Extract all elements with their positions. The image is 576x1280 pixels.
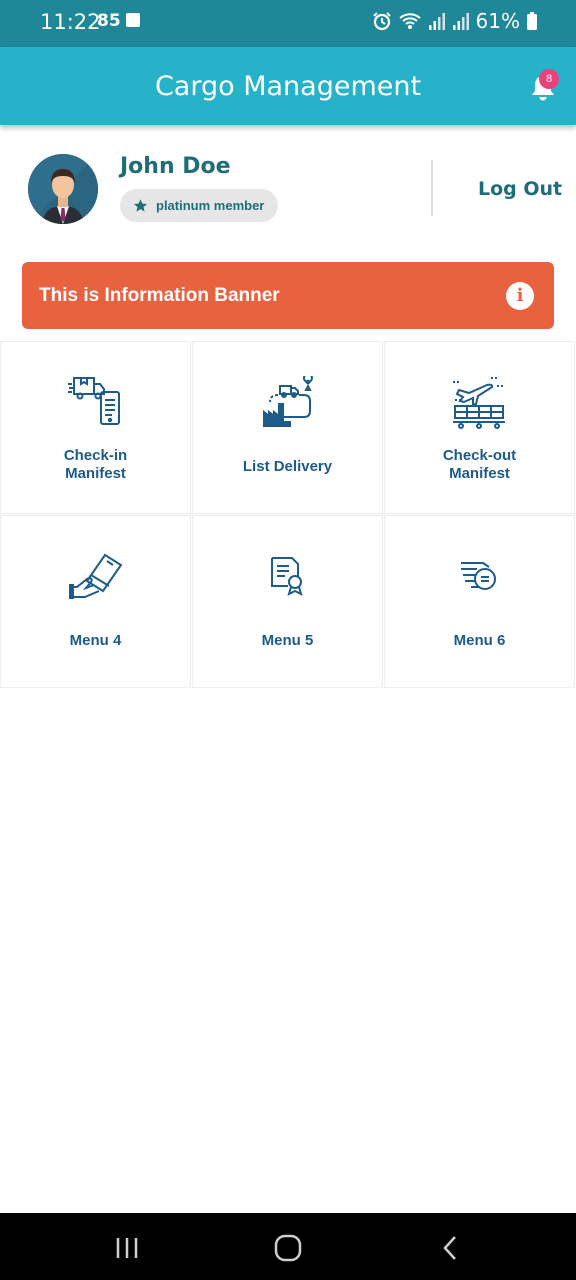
app-bar: Cargo Management 8 [0,47,576,125]
menu-item-6[interactable]: Menu 6 [384,515,575,688]
info-icon[interactable]: i [506,282,534,310]
status-bar: 11:22 85 61% [0,0,576,47]
menu-item-label: Menu 5 [261,632,314,649]
alarm-icon [372,12,391,31]
banner-text: This is Information Banner [39,285,280,306]
notification-count-badge: 8 [539,69,559,89]
menu-item-checkin-manifest[interactable]: Check-in Manifest [0,341,191,514]
avatar [28,154,98,224]
menu-grid: Check-in Manifest List Delivery Check-ou… [0,341,576,689]
status-notification-number: 85 [97,11,121,31]
menu-item-label: List Delivery [242,458,333,475]
fast-delivery-icon [460,562,496,590]
menu-item-label: Check-out Manifest [442,447,517,482]
recent-apps-icon[interactable] [114,1236,140,1260]
signal-icon-2 [452,13,469,30]
menu-item-4[interactable]: Menu 4 [0,515,191,688]
battery-icon [527,12,537,30]
battery-percentage: 61% [475,9,520,33]
menu-item-label: Check-in Manifest [63,447,128,482]
checkin-manifest-icon [67,377,120,425]
menu-item-label: Menu 6 [453,632,506,649]
membership-label: platinum member [156,198,265,213]
information-banner[interactable]: This is Information Banner i [22,262,554,329]
signal-icon [428,13,445,30]
user-name: John Doe [120,154,231,179]
menu-item-list-delivery[interactable]: List Delivery [192,341,383,514]
certificate-icon [270,557,303,596]
back-icon[interactable] [440,1235,460,1261]
wifi-icon [398,13,421,29]
home-icon[interactable] [274,1234,302,1262]
app-title: Cargo Management [154,71,422,102]
system-navigation-bar [0,1213,576,1280]
membership-badge: platinum member [120,189,279,222]
status-time: 11:22 [40,10,101,34]
menu-item-label: Menu 4 [69,632,122,649]
card-payment-icon [68,553,122,599]
menu-item-5[interactable]: Menu 5 [192,515,383,688]
vertical-divider [431,160,433,216]
menu-item-checkout-manifest[interactable]: Check-out Manifest [384,341,575,514]
checkout-manifest-icon [452,377,505,429]
check-notification-icon [126,13,140,27]
star-icon [133,199,148,212]
logout-button[interactable]: Log Out [478,178,562,200]
profile-section: John Doe platinum member Log Out [0,126,576,251]
delivery-route-icon [262,376,313,427]
